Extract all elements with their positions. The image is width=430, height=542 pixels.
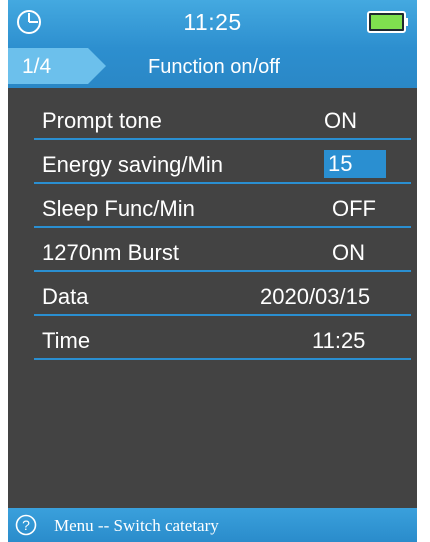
setting-value[interactable]: 2020/03/15 [260, 284, 370, 310]
header-bar: 11:25 1/4 Function on/off [8, 0, 417, 88]
setting-row-1270nm-burst[interactable]: 1270nm Burst ON [34, 228, 411, 272]
footer-hint: Menu -- Switch catetary [54, 516, 219, 535]
page-indicator: 1/4 [22, 55, 52, 78]
battery-icon [367, 11, 408, 33]
setting-value[interactable]: OFF [332, 196, 376, 222]
help-icon: ? [15, 514, 37, 536]
svg-text:?: ? [22, 517, 30, 533]
setting-label: Data [42, 284, 89, 309]
device-screen: 11:25 1/4 Function on/off Prompt tone ON… [8, 0, 417, 542]
setting-row-sleep-func[interactable]: Sleep Func/Min OFF [34, 184, 411, 228]
setting-value-selected[interactable]: 15 [324, 150, 386, 178]
status-row: 11:25 [8, 0, 417, 44]
row-divider [34, 358, 411, 360]
setting-value[interactable]: ON [332, 240, 365, 266]
status-clock: 11:25 [183, 9, 242, 35]
setting-label: Prompt tone [42, 108, 162, 133]
title-row: 1/4 Function on/off [8, 44, 417, 88]
setting-row-prompt-tone[interactable]: Prompt tone ON [34, 96, 411, 140]
setting-value[interactable]: 11:25 [312, 328, 365, 354]
setting-label: 1270nm Burst [42, 240, 179, 265]
setting-row-time[interactable]: Time 11:25 [34, 316, 411, 360]
setting-label: Energy saving/Min [42, 152, 223, 177]
setting-value[interactable]: ON [324, 108, 357, 134]
setting-label: Sleep Func/Min [42, 196, 195, 221]
setting-row-date[interactable]: Data 2020/03/15 [34, 272, 411, 316]
setting-label: Time [42, 328, 91, 353]
page-title: Function on/off [148, 56, 280, 78]
setting-row-energy-saving[interactable]: Energy saving/Min 15 [34, 140, 411, 184]
footer-bar: ? Menu -- Switch catetary [8, 508, 417, 542]
